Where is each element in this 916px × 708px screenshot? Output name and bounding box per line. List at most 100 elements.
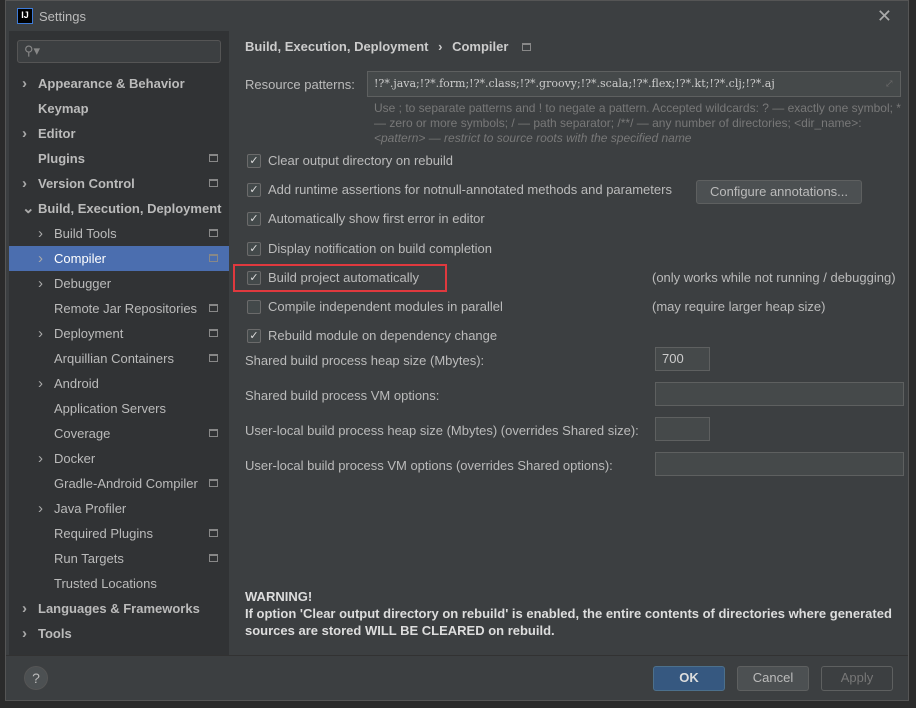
sidebar-item[interactable]: Arquillian Containers [9, 346, 229, 371]
chevron-right-icon[interactable]: › [22, 121, 27, 146]
sidebar-item[interactable]: › Deployment [9, 321, 229, 346]
chevron-right-icon[interactable]: › [22, 596, 27, 621]
sidebar-item-label: Keymap [38, 101, 89, 116]
field-label: User-local build process VM options (ove… [245, 458, 613, 473]
checkbox-label[interactable]: Automatically show first error in editor [268, 211, 485, 226]
compiler-panel: Build, Execution, Deployment › Compiler … [229, 31, 908, 655]
sidebar-item[interactable]: › Android [9, 371, 229, 396]
breadcrumb: Build, Execution, Deployment › Compiler [245, 39, 532, 54]
dialog-footer: ? OK Cancel Apply [6, 655, 908, 701]
chevron-right-icon[interactable]: › [38, 371, 43, 396]
field-input[interactable] [655, 382, 904, 406]
checkbox-label[interactable]: Add runtime assertions for notnull-annot… [268, 182, 672, 197]
chevron-down-icon[interactable]: ⌄ [22, 196, 35, 221]
checkbox[interactable]: ✓ [247, 183, 261, 198]
resource-patterns-input[interactable]: !?*.java;!?*.form;!?*.class;!?*.groovy;!… [367, 71, 901, 97]
checkbox[interactable]: ✓ [247, 154, 261, 168]
sidebar-item[interactable]: › Debugger [9, 271, 229, 296]
option-note: (only works while not running / debuggin… [652, 269, 896, 285]
project-scope-icon [522, 43, 532, 51]
sidebar-item[interactable]: › Version Control [9, 171, 229, 196]
chevron-right-icon[interactable]: › [38, 246, 43, 271]
configure-annotations-button[interactable]: Configure annotations... [696, 180, 862, 204]
sidebar-item-label: Build, Execution, Deployment [38, 201, 222, 216]
sidebar-item[interactable]: › Compiler [9, 246, 229, 271]
resource-hint: <pattern> — restrict to source roots wit… [374, 131, 692, 145]
sidebar-item-label: Remote Jar Repositories [54, 301, 198, 316]
sidebar-item[interactable]: › Appearance & Behavior [9, 71, 229, 96]
chevron-right-icon[interactable]: › [38, 271, 43, 296]
checkbox-label[interactable]: Display notification on build completion [268, 241, 492, 256]
close-icon[interactable]: ✕ [877, 6, 892, 27]
chevron-right-icon[interactable]: › [38, 221, 43, 246]
search-input[interactable]: ⚲▾ [17, 40, 221, 63]
sidebar-item[interactable]: › Java Profiler [9, 496, 229, 521]
sidebar-item-label: Required Plugins [54, 526, 154, 541]
checkbox[interactable]: ✓ [247, 329, 261, 344]
sidebar-item[interactable]: Plugins [9, 146, 229, 171]
project-scope-icon [209, 179, 218, 187]
sidebar-item[interactable]: Trusted Locations [9, 571, 229, 596]
chevron-right-icon[interactable]: › [22, 71, 27, 96]
chevron-right-icon[interactable]: › [22, 171, 27, 196]
highlight-box [233, 264, 447, 292]
chevron-right-icon[interactable]: › [38, 496, 43, 521]
expand-icon[interactable]: ⤢ [885, 72, 894, 96]
breadcrumb-current: Compiler [452, 39, 509, 54]
field-input[interactable] [655, 452, 904, 476]
project-scope-icon [209, 154, 218, 162]
sidebar-item[interactable]: Keymap [9, 96, 229, 121]
project-scope-icon [209, 429, 218, 437]
chevron-right-icon[interactable]: › [38, 446, 43, 471]
sidebar-item-label: Arquillian Containers [54, 351, 174, 366]
sidebar-item[interactable]: › Editor [9, 121, 229, 146]
sidebar-item[interactable]: Remote Jar Repositories [9, 296, 229, 321]
chevron-right-icon[interactable]: › [22, 621, 27, 646]
cancel-button[interactable]: Cancel [737, 666, 809, 691]
sidebar-item[interactable]: › Tools [9, 621, 229, 646]
sidebar-item[interactable]: Application Servers [9, 396, 229, 421]
option-note: (may require larger heap size) [652, 299, 826, 314]
sidebar-item-label: Languages & Frameworks [38, 601, 200, 616]
checkbox-label[interactable]: Rebuild module on dependency change [268, 328, 497, 343]
settings-dialog: IJ Settings ✕ ⚲▾ › Appearance & Behavior K… [5, 0, 909, 701]
project-scope-icon [209, 554, 218, 562]
sidebar-item-label: Version Control [38, 176, 135, 191]
chevron-right-icon[interactable]: › [38, 321, 43, 346]
title-bar: IJ Settings ✕ [6, 1, 908, 31]
sidebar-item-label: Plugins [38, 151, 85, 166]
sidebar-item-label: Tools [38, 626, 72, 641]
project-scope-icon [209, 479, 218, 487]
sidebar-item[interactable]: Run Targets [9, 546, 229, 571]
intellij-logo: IJ [17, 8, 33, 24]
ok-button[interactable]: OK [653, 666, 725, 691]
sidebar-item-label: Deployment [54, 326, 124, 341]
breadcrumb-parent[interactable]: Build, Execution, Deployment [245, 39, 428, 54]
field-input[interactable]: 700 [655, 347, 710, 371]
sidebar-item[interactable]: ⌄ Build, Execution, Deployment [9, 196, 229, 221]
sidebar-item[interactable]: Coverage [9, 421, 229, 446]
checkbox[interactable]: ✓ [247, 212, 261, 227]
sidebar-item-label: Editor [38, 126, 76, 141]
project-scope-icon [209, 329, 218, 337]
sidebar-item-label: Compiler [54, 251, 107, 266]
sidebar-item-label: Build Tools [54, 226, 117, 241]
sidebar-item-label: Appearance & Behavior [38, 76, 185, 91]
sidebar-item[interactable]: › Languages & Frameworks [9, 596, 229, 621]
apply-button[interactable]: Apply [821, 666, 893, 691]
checkbox-label[interactable]: Clear output directory on rebuild [268, 153, 453, 168]
sidebar-item[interactable]: › Build Tools [9, 221, 229, 246]
sidebar-item-label: Run Targets [54, 551, 124, 566]
sidebar-item[interactable]: Required Plugins [9, 521, 229, 546]
checkbox-label[interactable]: Compile independent modules in parallel [268, 299, 503, 314]
sidebar-item[interactable]: Gradle-Android Compiler [9, 471, 229, 496]
checkbox[interactable]: ✓ [247, 241, 261, 256]
checkbox[interactable] [247, 300, 261, 314]
breadcrumb-separator: › [438, 39, 443, 54]
field-label: User-local build process heap size (Mbyt… [245, 423, 639, 438]
sidebar-item-label: Docker [54, 451, 96, 466]
field-input[interactable] [655, 417, 710, 441]
sidebar-item-label: Application Servers [54, 401, 166, 416]
help-button[interactable]: ? [24, 666, 48, 690]
sidebar-item[interactable]: › Docker [9, 446, 229, 471]
